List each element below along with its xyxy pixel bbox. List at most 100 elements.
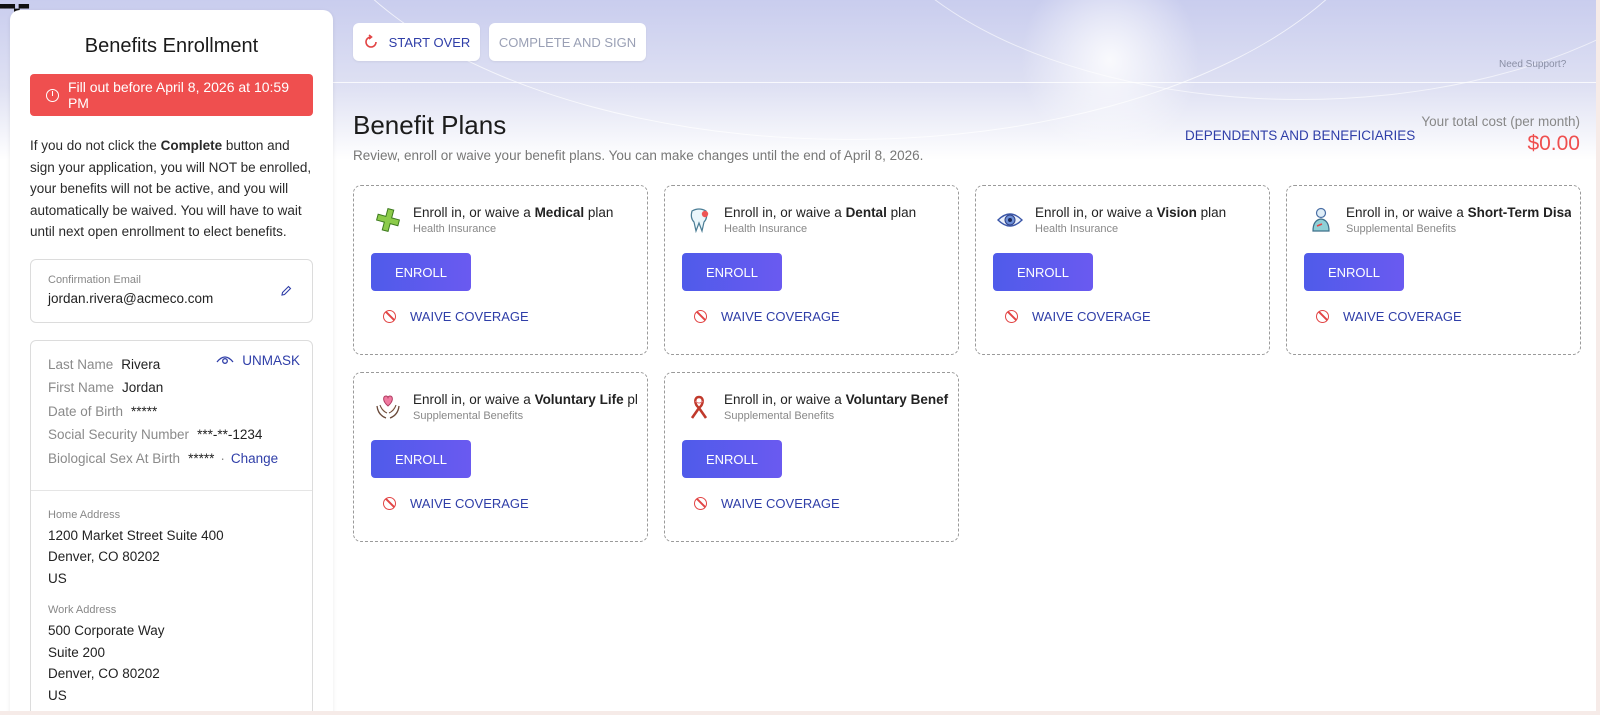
home-address-line: US xyxy=(48,570,67,586)
plan-card-short-term-disability: Enroll in, or waive a Short-Term Disab S… xyxy=(1286,185,1581,355)
waive-coverage-label: WAIVE COVERAGE xyxy=(1032,309,1151,324)
pencil-edit-icon[interactable] xyxy=(280,284,292,296)
work-address-line: 500 Corporate Way xyxy=(48,623,165,638)
need-support-link[interactable]: Need Support? xyxy=(1499,59,1566,70)
dependents-beneficiaries-link[interactable]: DEPENDENTS AND BENEFICIARIES xyxy=(1185,128,1415,143)
waive-coverage-button[interactable]: WAIVE COVERAGE xyxy=(694,309,840,324)
enroll-button[interactable]: ENROLL xyxy=(993,253,1093,291)
complete-and-sign-button[interactable]: COMPLETE AND SIGN xyxy=(489,23,646,61)
ssn-row: Social Security Number ***-**-1234 xyxy=(48,423,295,447)
home-address-line: 1200 Market Street Suite 400 xyxy=(48,527,224,543)
plan-headline: Enroll in, or waive a Vision plan xyxy=(1035,205,1260,220)
plan-card-vision: Enroll in, or waive a Vision plan Health… xyxy=(975,185,1270,355)
last-name-label: Last Name xyxy=(48,356,114,372)
waive-coverage-button[interactable]: WAIVE COVERAGE xyxy=(383,309,529,324)
plan-card-dental: Enroll in, or waive a Dental plan Health… xyxy=(664,185,959,355)
waive-coverage-label: WAIVE COVERAGE xyxy=(1343,309,1462,324)
plan-name: Voluntary Benefit xyxy=(845,392,949,407)
work-address-line: US xyxy=(48,687,67,703)
first-name-label: First Name xyxy=(48,380,115,396)
prohibited-icon xyxy=(383,310,396,323)
last-name-value: Rivera xyxy=(121,356,161,372)
plan-category: Health Insurance xyxy=(413,223,497,235)
confirmation-email-box: Confirmation Email jordan.rivera@acmeco.… xyxy=(30,258,313,323)
enroll-button[interactable]: ENROLL xyxy=(1304,253,1404,291)
plan-headline: Enroll in, or waive a Voluntary Life pla xyxy=(413,392,638,407)
header-divider xyxy=(332,82,1600,83)
waive-coverage-label: WAIVE COVERAGE xyxy=(410,309,529,324)
plan-headline-prefix: Enroll in, or waive a xyxy=(1035,205,1157,220)
waive-coverage-button[interactable]: WAIVE COVERAGE xyxy=(694,496,840,511)
plan-headline-suffix: plan xyxy=(584,205,614,220)
plan-category: Supplemental Benefits xyxy=(1346,223,1457,235)
clock-icon xyxy=(46,88,59,102)
sex-separator: · xyxy=(220,450,225,466)
prohibited-icon xyxy=(1005,310,1018,323)
complete-and-sign-label: COMPLETE AND SIGN xyxy=(498,34,637,50)
waive-coverage-button[interactable]: WAIVE COVERAGE xyxy=(1316,309,1462,324)
enroll-button[interactable]: ENROLL xyxy=(682,440,782,478)
plan-category: Supplemental Benefits xyxy=(413,410,524,422)
start-over-button[interactable]: START OVER xyxy=(353,23,480,61)
prohibited-icon xyxy=(694,497,707,510)
prohibited-icon xyxy=(694,310,707,323)
plan-headline-prefix: Enroll in, or waive a xyxy=(1346,205,1468,220)
first-name-row: First Name Jordan xyxy=(48,376,295,400)
plan-headline-suffix: plan xyxy=(1196,205,1227,220)
eye-icon xyxy=(994,204,1026,236)
plan-category: Health Insurance xyxy=(724,223,808,235)
notice-text-post: button and sign your application, you wi… xyxy=(30,138,312,239)
plan-card-voluntary-benefit: Enroll in, or waive a Voluntary Benefit … xyxy=(664,372,959,542)
change-sex-link[interactable]: Change xyxy=(231,451,278,466)
plan-headline-prefix: Enroll in, or waive a xyxy=(413,392,535,407)
work-address-label: Work Address xyxy=(48,604,117,616)
enroll-button[interactable]: ENROLL xyxy=(371,253,471,291)
waive-coverage-button[interactable]: WAIVE COVERAGE xyxy=(1005,309,1151,324)
sex-value: ***** xyxy=(188,450,215,466)
plan-name: Short-Term Disab xyxy=(1467,205,1571,220)
eye-icon xyxy=(216,356,234,364)
prohibited-icon xyxy=(383,497,396,510)
plan-headline: Enroll in, or waive a Short-Term Disab xyxy=(1346,205,1571,220)
plan-card-voluntary-life: Enroll in, or waive a Voluntary Life pla… xyxy=(353,372,648,542)
page-subtitle: Review, enroll or waive your benefit pla… xyxy=(353,148,924,163)
plan-name: Dental xyxy=(845,205,887,220)
plan-headline: Enroll in, or waive a Dental plan xyxy=(724,205,949,220)
ssn-label: Social Security Number xyxy=(48,427,190,443)
heart-hands-icon xyxy=(372,391,404,423)
dob-row: Date of Birth ***** xyxy=(48,400,295,424)
start-over-label: START OVER xyxy=(388,34,471,50)
enrollment-sidebar: Benefits Enrollment Fill out before Apri… xyxy=(10,10,333,715)
work-address: Work Address 500 Corporate Way Suite 200… xyxy=(48,604,295,706)
work-address-line: Suite 200 xyxy=(48,644,106,660)
ssn-value: ***-**-1234 xyxy=(197,427,263,443)
waive-coverage-button[interactable]: WAIVE COVERAGE xyxy=(383,496,529,511)
waive-coverage-label: WAIVE COVERAGE xyxy=(721,309,840,324)
plan-card-medical: Enroll in, or waive a Medical plan Healt… xyxy=(353,185,648,355)
plan-headline-prefix: Enroll in, or waive a xyxy=(724,392,846,407)
sidebar-title: Benefits Enrollment xyxy=(84,35,259,57)
prohibited-icon xyxy=(1316,310,1329,323)
personal-info-box: UNMASK Last Name Rivera First Name Jordan … xyxy=(30,339,313,715)
total-cost-label: Your total cost (per month) xyxy=(1421,114,1580,129)
plan-headline: Enroll in, or waive a Voluntary Benefit xyxy=(724,392,949,407)
page-title: Benefit Plans xyxy=(353,110,507,140)
plan-name: Vision xyxy=(1156,205,1197,220)
work-address-line: Denver, CO 80202 xyxy=(48,666,160,681)
plan-name: Voluntary Life xyxy=(534,392,624,407)
ribbon-icon xyxy=(683,391,715,423)
home-address-label: Home Address xyxy=(48,508,121,521)
notice-text-bold: Complete xyxy=(160,138,223,153)
notice-text-pre: If you do not click the xyxy=(30,138,161,153)
home-address: Home Address 1200 Market Street Suite 40… xyxy=(48,509,295,590)
tooth-icon xyxy=(683,204,715,236)
email-label: Confirmation Email xyxy=(48,273,141,286)
medical-cross-icon xyxy=(372,204,404,236)
enroll-button[interactable]: ENROLL xyxy=(682,253,782,291)
restart-icon xyxy=(364,34,377,48)
first-name-value: Jordan xyxy=(122,380,164,396)
unmask-button[interactable]: UNMASK xyxy=(216,353,300,368)
plan-name: Medical xyxy=(534,205,585,220)
plan-category: Health Insurance xyxy=(1035,223,1119,235)
enroll-button[interactable]: ENROLL xyxy=(371,440,471,478)
